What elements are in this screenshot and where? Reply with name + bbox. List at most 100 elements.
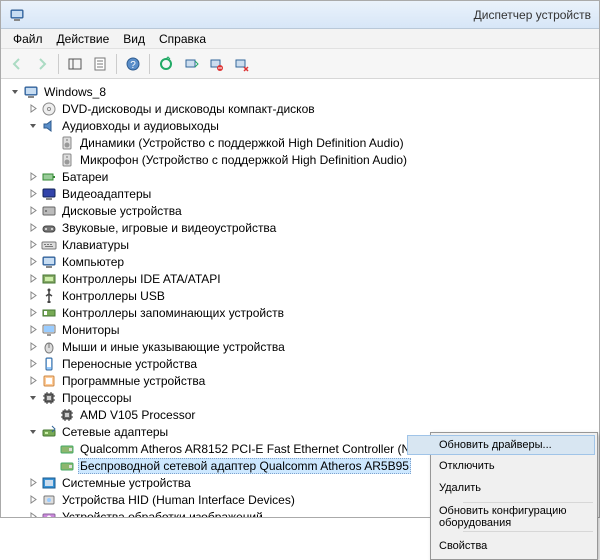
node-audio[interactable]: Аудиовходы и аудиовыходы [25,117,599,134]
expander-icon[interactable] [27,341,39,353]
node-label: Qualcomm Atheros AR8152 PCI-E Fast Ether… [78,442,463,456]
menubar: Файл Действие Вид Справка [1,29,599,49]
context-menu: Обновить драйверы... Отключить Удалить О… [430,432,598,560]
expander-icon[interactable] [27,205,39,217]
node-processors[interactable]: Процессоры [25,389,599,406]
separator [463,502,593,503]
expander-icon[interactable] [27,511,39,518]
hid-icon [41,492,57,508]
node-batteries[interactable]: Батареи [25,168,599,185]
node-audio-mic[interactable]: Микрофон (Устройство с поддержкой High D… [43,151,599,168]
node-label: Клавиатуры [60,238,131,252]
node-monitors[interactable]: Мониторы [25,321,599,338]
node-label: Видеоадаптеры [60,187,153,201]
expander-icon[interactable] [27,222,39,234]
node-label: Переносные устройства [60,357,199,371]
node-label: Контроллеры запоминающих устройств [60,306,286,320]
ctx-disable[interactable]: Отключить [407,455,595,477]
ctx-scan-hardware[interactable]: Обновить конфигурацию оборудования [407,506,595,528]
expander-icon[interactable] [27,171,39,183]
netcard-icon [59,458,75,474]
node-label: Контроллеры USB [60,289,167,303]
node-software[interactable]: Программные устройства [25,372,599,389]
expander-icon[interactable] [27,239,39,251]
expander-icon[interactable] [27,103,39,115]
node-computer[interactable]: Компьютер [25,253,599,270]
expander-icon[interactable] [27,477,39,489]
titlebar: Диспетчер устройств [1,1,599,29]
properties-button[interactable] [88,52,112,76]
node-label: Динамики (Устройство с поддержкой High D… [78,136,406,150]
node-storage[interactable]: Контроллеры запоминающих устройств [25,304,599,321]
node-label: Устройства HID (Human Interface Devices) [60,493,297,507]
app-icon [9,7,25,23]
expander-icon[interactable] [27,256,39,268]
scan-hardware-button[interactable] [179,52,203,76]
game-icon [41,220,57,236]
imaging-icon [41,509,57,518]
usb-icon [41,288,57,304]
node-ide[interactable]: Контроллеры IDE ATA/ATAPI [25,270,599,287]
cpu-icon [59,407,75,423]
computer-icon [41,254,57,270]
tree-root[interactable]: Windows_8 [7,83,599,100]
expander-icon[interactable] [27,426,39,438]
storage-icon [41,305,57,321]
node-label: Контроллеры IDE ATA/ATAPI [60,272,223,286]
node-keyboards[interactable]: Клавиатуры [25,236,599,253]
speaker-icon [59,152,75,168]
update-driver-button[interactable] [154,52,178,76]
node-disk[interactable]: Дисковые устройства [25,202,599,219]
software-icon [41,373,57,389]
separator [463,531,593,532]
show-hide-panes-button[interactable] [63,52,87,76]
ctx-uninstall[interactable]: Удалить [407,477,595,499]
node-mice[interactable]: Мыши и иные указывающие устройства [25,338,599,355]
keyboard-icon [41,237,57,253]
node-video[interactable]: Видеоадаптеры [25,185,599,202]
node-label: Сетевые адаптеры [60,425,170,439]
node-usb[interactable]: Контроллеры USB [25,287,599,304]
menu-file[interactable]: Файл [7,30,49,48]
node-label: Компьютер [60,255,126,269]
node-label: Мониторы [60,323,121,337]
expander-icon[interactable] [27,290,39,302]
dvd-icon [41,101,57,117]
expander-icon[interactable] [27,358,39,370]
expander-icon[interactable] [27,120,39,132]
node-label: Процессоры [60,391,134,405]
menu-view[interactable]: Вид [117,30,151,48]
node-label: Звуковые, игровые и видеоустройства [60,221,278,235]
help-button[interactable] [121,52,145,76]
expander-icon[interactable] [27,188,39,200]
node-game[interactable]: Звуковые, игровые и видеоустройства [25,219,599,236]
node-cpu0[interactable]: AMD V105 Processor [43,406,599,423]
ctx-properties[interactable]: Свойства [407,535,595,557]
uninstall-button[interactable] [204,52,228,76]
expander-icon[interactable] [9,86,21,98]
node-label: Дисковые устройства [60,204,184,218]
mouse-icon [41,339,57,355]
node-label: Системные устройства [60,476,193,490]
expander-icon[interactable] [27,273,39,285]
node-label: Устройства обработки изображений [60,510,265,518]
menu-action[interactable]: Действие [51,30,116,48]
expander-icon[interactable] [27,375,39,387]
node-dvd[interactable]: DVD-дисководы и дисководы компакт-дисков [25,100,599,117]
expander-icon[interactable] [27,324,39,336]
expander-icon[interactable] [27,494,39,506]
expander-icon[interactable] [27,307,39,319]
node-label: Батареи [60,170,110,184]
node-label: Мыши и иные указывающие устройства [60,340,287,354]
disable-button[interactable] [229,52,253,76]
menu-help[interactable]: Справка [153,30,212,48]
expander-icon[interactable] [27,392,39,404]
ctx-update-driver[interactable]: Обновить драйверы... [407,435,595,455]
forward-button [30,52,54,76]
network-icon [41,424,57,440]
node-label: AMD V105 Processor [78,408,197,422]
node-portable[interactable]: Переносные устройства [25,355,599,372]
node-audio-speakers[interactable]: Динамики (Устройство с поддержкой High D… [43,134,599,151]
system-icon [41,475,57,491]
battery-icon [41,169,57,185]
